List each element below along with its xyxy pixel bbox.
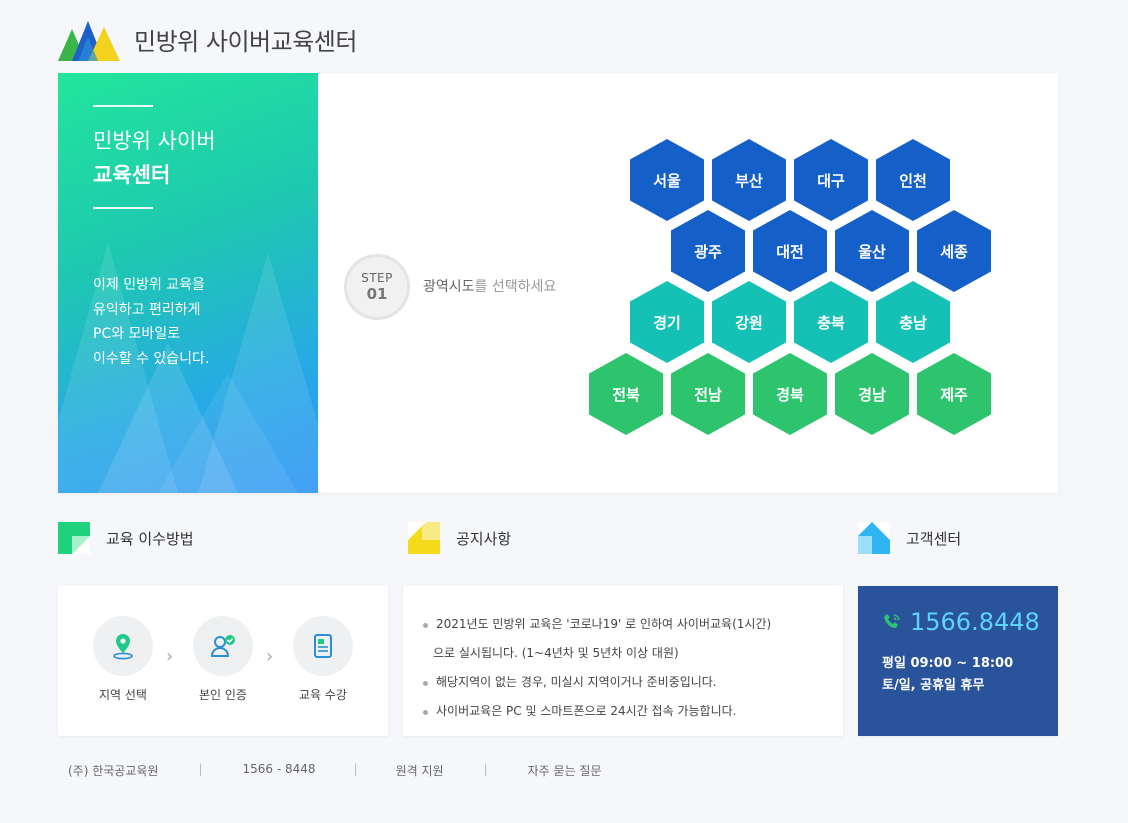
region-gyeonggi-button[interactable]: 경기 (630, 281, 704, 363)
notice-item[interactable]: 해당지역이 없는 경우, 미실시 지역이거나 준비중입니다. (403, 668, 843, 697)
method-section-heading: 교육 이수방법 (58, 522, 194, 554)
region-jeonbuk-button[interactable]: 전북 (589, 353, 663, 435)
region-daejeon-button[interactable]: 대전 (753, 210, 827, 292)
site-header: 민방위 사이버교육센터 (58, 14, 357, 64)
method-step-label: 본인 인증 (199, 688, 247, 702)
step-number: 01 (366, 285, 388, 303)
support-phone[interactable]: 1566.8448 (882, 608, 1040, 636)
notice-list: 2021년도 민방위 교육은 '코로나19' 로 인하여 사이버교육(1시간) … (403, 610, 843, 726)
document-icon (293, 616, 353, 676)
map-pin-icon (93, 616, 153, 676)
support-section-title: 고객센터 (906, 529, 962, 548)
step-instruction: 광역시도를 선택하세요 (423, 276, 556, 296)
region-gyeongbuk-button[interactable]: 경북 (753, 353, 827, 435)
hero-divider-top (93, 105, 153, 107)
region-chungbuk-button[interactable]: 충북 (794, 281, 868, 363)
region-sejong-button[interactable]: 세종 (917, 210, 991, 292)
region-select-panel: 민방위 사이버 교육센터 이제 민방위 교육을 유익하고 편리하게 PC와 모바… (58, 73, 1058, 493)
region-busan-button[interactable]: 부산 (712, 139, 786, 221)
footer-separator: | (198, 762, 203, 776)
support-hours: 평일 09:00 ~ 18:00 토/일, 공휴일 휴무 (882, 653, 1013, 697)
step-label: STEP (361, 271, 393, 285)
footer-company: (주) 한국공교육원 (68, 764, 159, 778)
region-jeonnam-button[interactable]: 전남 (671, 353, 745, 435)
mountain-logo-icon[interactable] (58, 15, 122, 63)
region-gyeongnam-button[interactable]: 경남 (835, 353, 909, 435)
hero-divider-bottom (93, 207, 153, 209)
notice-card: 2021년도 민방위 교육은 '코로나19' 로 인하여 사이버교육(1시간) … (403, 586, 843, 736)
method-section-title: 교육 이수방법 (106, 529, 194, 548)
footer-remote-support-link[interactable]: 원격 지원 (396, 762, 444, 779)
support-card: 1566.8448 평일 09:00 ~ 18:00 토/일, 공휴일 휴무 (858, 586, 1058, 736)
chevron-right-icon: › (266, 646, 274, 667)
site-footer: (주) 한국공교육원 | 1566 - 8448 | 원격 지원 | 자주 묻는… (68, 762, 602, 779)
support-phone-number: 1566.8448 (910, 608, 1040, 636)
hero-banner: 민방위 사이버 교육센터 이제 민방위 교육을 유익하고 편리하게 PC와 모바… (58, 73, 318, 493)
method-step-course: 교육 수강 (283, 616, 363, 703)
region-jeju-button[interactable]: 제주 (917, 353, 991, 435)
notice-item-continued[interactable]: 으로 실시됩니다. (1~4년차 및 5년차 이상 대원) (403, 639, 843, 668)
chevron-right-icon: › (166, 646, 174, 667)
notice-item[interactable]: 2021년도 민방위 교육은 '코로나19' 로 인하여 사이버교육(1시간) (403, 610, 843, 639)
user-check-icon (193, 616, 253, 676)
notice-item[interactable]: 사이버교육은 PC 및 스마트폰으로 24시간 접속 가능합니다. (403, 697, 843, 726)
phone-icon (882, 612, 902, 632)
green-corner-icon (58, 522, 90, 554)
footer-separator: | (483, 762, 488, 776)
region-chungnam-button[interactable]: 충남 (876, 281, 950, 363)
region-daegu-button[interactable]: 대구 (794, 139, 868, 221)
region-gwangju-button[interactable]: 광주 (671, 210, 745, 292)
method-step-auth: 본인 인증 (183, 616, 263, 703)
hero-title-line1: 민방위 사이버 (93, 129, 216, 153)
footer-faq-link[interactable]: 자주 묻는 질문 (528, 762, 602, 779)
region-seoul-button[interactable]: 서울 (630, 139, 704, 221)
method-step-label: 교육 수강 (299, 688, 347, 702)
step-badge: STEP 01 (344, 254, 410, 320)
weekday-hours: 평일 09:00 ~ 18:00 (882, 656, 1014, 671)
notice-section-title: 공지사항 (456, 529, 512, 548)
footer-phone[interactable]: 1566 - 8448 (243, 762, 316, 779)
holiday-notice: 토/일, 공휴일 휴무 (882, 678, 985, 693)
region-incheon-button[interactable]: 인천 (876, 139, 950, 221)
hero-description: 이제 민방위 교육을 유익하고 편리하게 PC와 모바일로 이수할 수 있습니다… (93, 277, 210, 367)
step-instruction-rest: 를 선택하세요 (474, 279, 557, 295)
method-step-label: 지역 선택 (99, 688, 147, 702)
method-card: 지역 선택 › 본인 인증 › 교육 수강 (58, 586, 388, 736)
notice-section-heading: 공지사항 (408, 522, 511, 554)
region-ulsan-button[interactable]: 울산 (835, 210, 909, 292)
method-step-region: 지역 선택 (83, 616, 163, 703)
hero-title-line2: 교육센터 (93, 163, 171, 187)
site-title[interactable]: 민방위 사이버교육센터 (134, 22, 357, 57)
support-section-heading: 고객센터 (858, 522, 961, 554)
blue-corner-icon (858, 522, 890, 554)
yellow-corner-icon (408, 522, 440, 554)
region-gangwon-button[interactable]: 강원 (712, 281, 786, 363)
footer-separator: | (353, 762, 358, 776)
step-instruction-bold: 광역시도 (423, 279, 475, 295)
